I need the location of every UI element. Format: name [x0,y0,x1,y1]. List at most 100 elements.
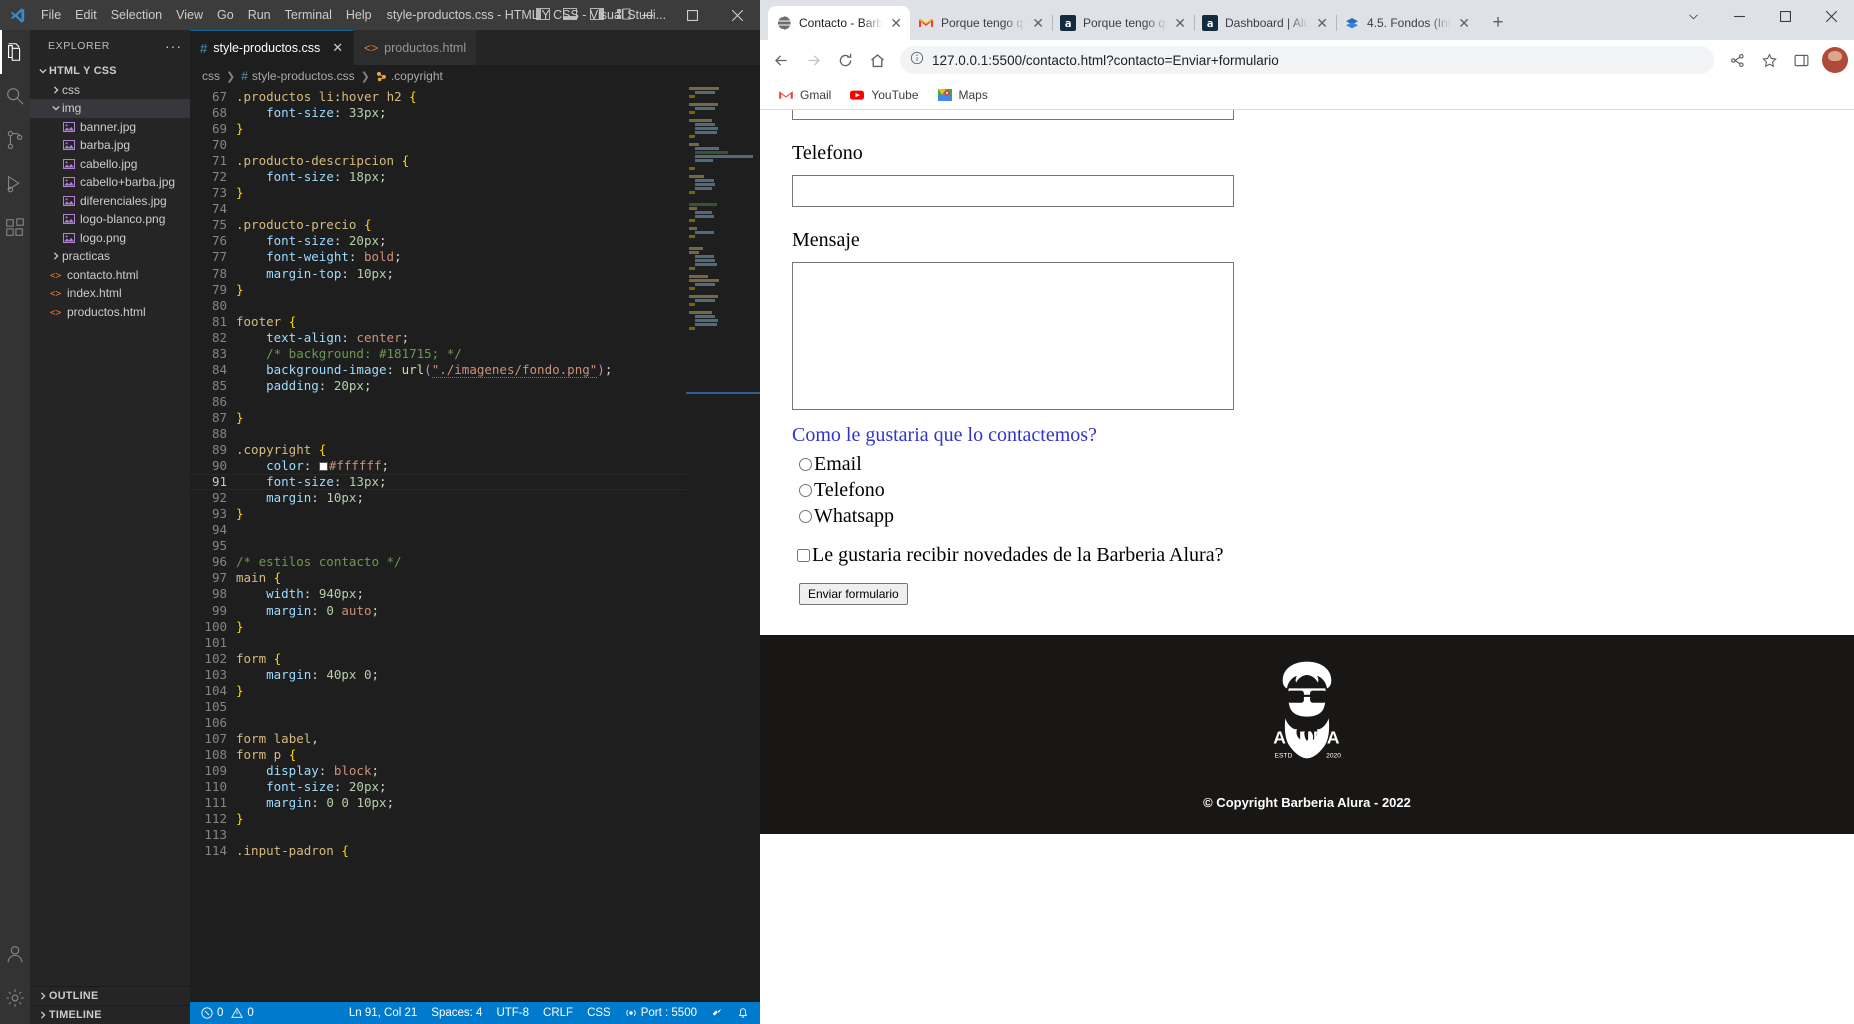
close-icon[interactable]: ✕ [1174,15,1186,32]
editor-tab-productos-html[interactable]: <> productos.html [354,30,478,65]
tree-item-css[interactable]: css [30,81,190,100]
tree-root-html-y-css[interactable]: HTML Y CSS [30,62,190,81]
home-button[interactable] [862,45,892,75]
radio-telefono[interactable] [799,484,812,497]
code-line[interactable]: } [236,683,686,699]
code-line[interactable]: font-size: 18px; [236,169,686,185]
close-icon[interactable]: ✕ [1458,15,1470,32]
code-line[interactable]: font-size: 33px; [236,105,686,121]
panel-outline[interactable]: OUTLINE [30,986,190,1005]
breadcrumb-symbol[interactable]: .copyright [391,69,443,83]
browser-tab-porque-tengo-1[interactable]: Porque tengo que... ✕ [910,6,1053,40]
activity-accounts-icon[interactable] [0,932,30,976]
code-content[interactable]: .productos li:hover h2 { font-size: 33px… [190,87,760,1002]
code-line[interactable]: text-align: center; [236,330,686,346]
reload-button[interactable] [830,45,860,75]
code-line[interactable]: margin: 0 0 10px; [236,795,686,811]
close-button[interactable] [1808,0,1854,33]
minimize-button[interactable] [1716,0,1762,33]
code-line[interactable]: main { [236,570,686,586]
status-encoding[interactable]: UTF-8 [489,1007,536,1019]
browser-menu-chevron-icon[interactable] [1670,0,1716,33]
status-live-server-port[interactable]: Port : 5500 [618,1007,704,1019]
status-eol[interactable]: CRLF [536,1007,580,1019]
code-line[interactable]: margin: 40px 0; [236,667,686,683]
tree-item-contacto-html[interactable]: <> contacto.html [30,266,190,285]
code-line[interactable] [236,298,686,314]
browser-tab-fondos[interactable]: 4.5. Fondos (Introd... ✕ [1336,6,1478,40]
close-icon[interactable]: ✕ [1316,15,1328,32]
code-line[interactable]: } [236,282,686,298]
maximize-button[interactable] [1762,0,1808,33]
tree-item-practicas[interactable]: practicas [30,247,190,266]
minimize-button[interactable] [625,0,670,30]
status-indentation[interactable]: Spaces: 4 [424,1007,489,1019]
close-icon[interactable]: ✕ [332,40,343,56]
code-line[interactable] [236,426,686,442]
code-line[interactable]: .input-padron { [236,843,686,859]
code-line[interactable]: font-size: 20px; [236,779,686,795]
breadcrumb-folder[interactable]: css [202,69,220,83]
code-line[interactable]: } [236,121,686,137]
code-line[interactable]: /* estilos contacto */ [236,554,686,570]
radio-row-telefono[interactable]: Telefono [792,479,1556,502]
code-editor[interactable]: 67 68 69 70 71 72 73 74 75 76 77 78 79 80 81 82 83 84 85 86… [190,87,760,1002]
close-icon[interactable]: ✕ [1032,15,1044,32]
panel-timeline[interactable]: TIMELINE [30,1005,190,1024]
browser-tab-porque-tengo-2[interactable]: a Porque tengo que... ✕ [1052,6,1195,40]
forward-button[interactable] [798,45,828,75]
menu-terminal[interactable]: Terminal [278,4,339,26]
newsletter-checkbox[interactable] [797,549,810,562]
radio-row-whatsapp[interactable]: Whatsapp [792,505,1556,528]
tree-item-diferenciales-jpg[interactable]: diferenciales.jpg [30,192,190,211]
menu-file[interactable]: File [34,4,68,26]
radio-whatsapp[interactable] [799,510,812,523]
tree-item-logo-png[interactable]: logo.png [30,229,190,248]
toggle-primary-sidebar-icon[interactable] [535,6,551,25]
code-line[interactable] [236,715,686,731]
tree-item-cabello-barba-jpg[interactable]: cabello+barba.jpg [30,173,190,192]
code-line[interactable]: .producto-precio { [236,217,686,233]
code-line[interactable]: margin: 10px; [236,490,686,506]
code-line[interactable]: display: block; [236,763,686,779]
code-line[interactable]: color: #ffffff; [236,458,686,474]
activity-settings-icon[interactable] [0,976,30,1020]
toggle-panel-icon[interactable] [562,6,578,25]
code-line[interactable] [236,635,686,651]
breadcrumb[interactable]: css ❯ # style-productos.css ❯ .copyright [190,65,760,87]
status-cursor-position[interactable]: Ln 91, Col 21 [342,1007,424,1019]
tree-item-cabello-jpg[interactable]: cabello.jpg [30,155,190,174]
activity-explorer-icon[interactable] [0,30,30,74]
code-line[interactable] [236,538,686,554]
toggle-secondary-sidebar-icon[interactable] [589,6,605,25]
bookmark-star-button[interactable] [1754,45,1784,75]
code-line[interactable] [236,522,686,538]
status-language-mode[interactable]: CSS [580,1007,618,1019]
maximize-button[interactable] [670,0,715,30]
code-line[interactable]: } [236,185,686,201]
tree-item-logo-blanco-png[interactable]: logo-blanco.png [30,210,190,229]
code-line[interactable]: } [236,410,686,426]
activity-run-debug-icon[interactable] [0,162,30,206]
code-line[interactable]: margin: 0 auto; [236,603,686,619]
radio-row-email[interactable]: Email [792,453,1556,476]
side-panel-button[interactable] [1786,45,1816,75]
code-line[interactable] [236,201,686,217]
minimap-viewport-slider[interactable] [686,392,760,394]
window-controls[interactable] [625,0,760,30]
browser-viewport[interactable]: Telefono Mensaje Como le gustaria que lo… [760,110,1854,1024]
code-line[interactable]: font-size: 20px; [236,233,686,249]
code-line[interactable]: .copyright { [236,442,686,458]
activity-source-control-icon[interactable] [0,118,30,162]
tree-item-img[interactable]: img [30,99,190,118]
code-line[interactable]: form { [236,651,686,667]
back-button[interactable] [766,45,796,75]
bookmarks-bar[interactable]: Gmail YouTube Maps [760,80,1854,110]
browser-tabs[interactable]: Contacto - Barberia Alura ✕ Porque tengo… [760,6,1512,40]
activity-extensions-icon[interactable] [0,206,30,250]
telefono-input[interactable] [792,175,1234,207]
code-line[interactable] [236,699,686,715]
code-line[interactable]: font-size: 13px; [190,474,760,491]
close-button[interactable] [715,0,760,30]
email-field-partial[interactable] [792,110,1234,120]
